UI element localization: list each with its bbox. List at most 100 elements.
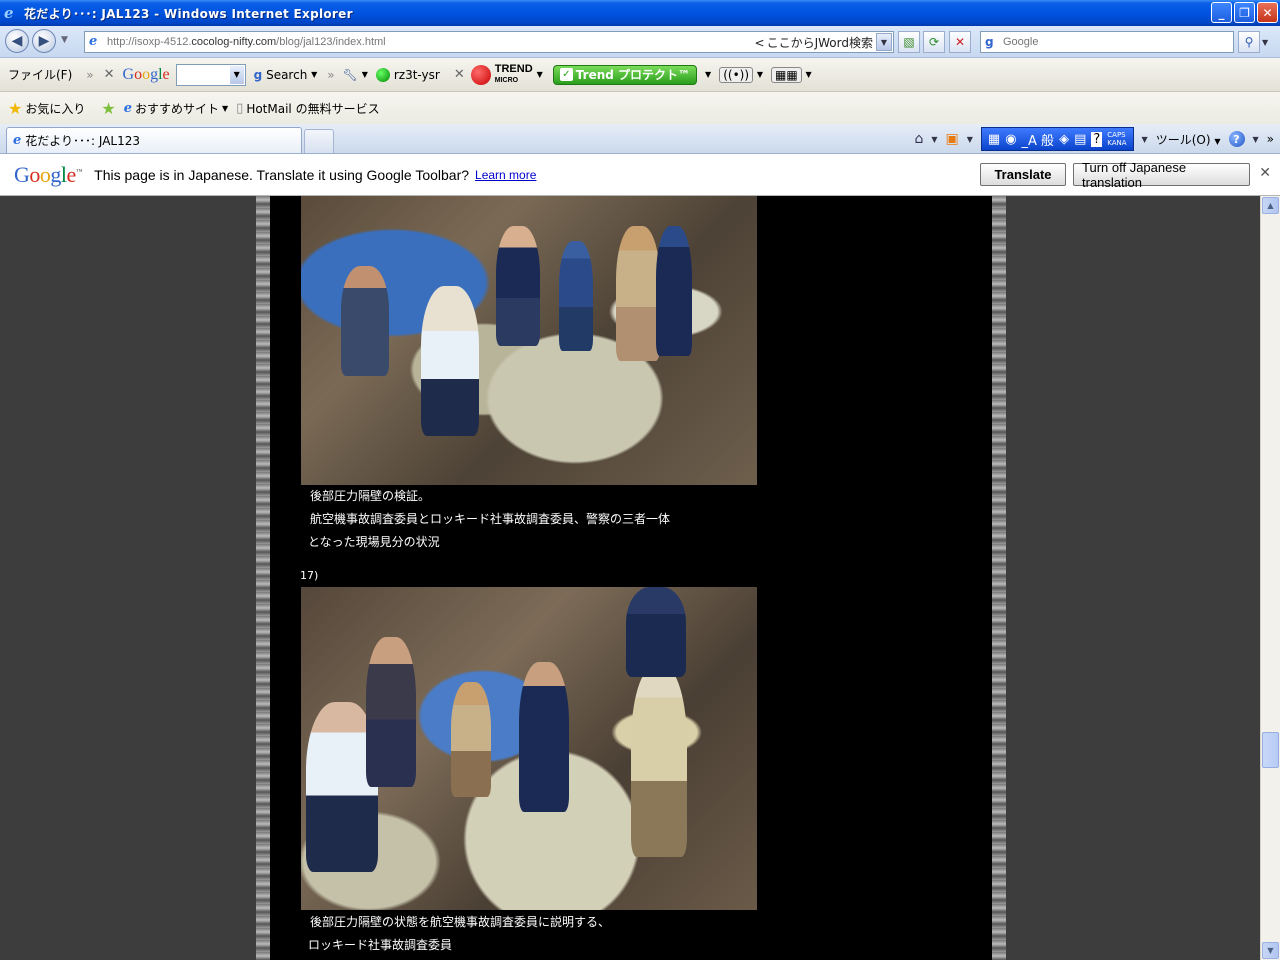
page-content: 後部圧力隔壁の検証。 航空機事故調査委員とロッキード社事故調査委員、警察の三者一… — [0, 196, 1260, 960]
magnifier-icon: ⚲ — [1244, 35, 1254, 49]
tab-label: 花だより･･･: JAL123 — [25, 134, 141, 148]
chevron-down-icon[interactable]: ▼ — [362, 70, 368, 79]
compat-icon: ▧ — [903, 35, 915, 49]
turn-off-translation-button[interactable]: Turn off Japanese translation — [1073, 160, 1250, 190]
page-icon: ▯ — [236, 100, 244, 116]
restore-button[interactable]: ❐ — [1234, 2, 1255, 23]
trend-micro-logo[interactable]: TREND MICRO ▼ — [470, 63, 543, 86]
vertical-scrollbar[interactable]: ▲ ▼ — [1260, 196, 1280, 960]
trend-ball-icon — [470, 64, 491, 85]
toolbar-row: ファイル(F) » ✕ Google ▼ g Search ▼ » 🔧︎ ▼ r… — [0, 58, 1280, 92]
minimize-button[interactable]: _ — [1211, 2, 1232, 23]
antenna-icon: ((•)) — [719, 66, 754, 83]
chevron-down-icon[interactable]: ▼ — [705, 70, 711, 79]
translate-button[interactable]: Translate — [980, 163, 1066, 186]
caption-2-line-1: 後部圧力隔壁の状態を航空機事故調査委員に説明する、 — [310, 915, 611, 929]
google-search-button[interactable]: g Search ▼ — [254, 68, 318, 82]
chevron-down-icon[interactable]: ▼ — [967, 135, 973, 144]
google-search-icon: g — [985, 35, 994, 49]
photo-crash-site-1 — [301, 196, 757, 485]
keyboard-icon: ▦▦ — [771, 66, 802, 83]
command-chevron-icon[interactable]: » — [1267, 132, 1274, 146]
search-go-button[interactable]: ⚲ — [1238, 31, 1260, 53]
translate-message: This page is in Japanese. Translate it u… — [94, 166, 470, 183]
ime-pad-icon[interactable]: ◈ — [1059, 132, 1069, 147]
search-box[interactable]: g — [980, 31, 1234, 53]
star-icon: ★ — [8, 98, 23, 118]
item-number: 17) — [300, 569, 319, 582]
toolbar-chevron-icon[interactable]: » — [327, 68, 334, 82]
forward-button[interactable]: ▶ — [32, 29, 56, 53]
chevron-down-icon[interactable]: ▼ — [757, 70, 763, 79]
address-bar[interactable]: e http://isoxp-4512.cocolog-nifty.com/bl… — [84, 31, 894, 53]
photo-crash-site-2 — [301, 587, 757, 910]
ie-logo-icon: e — [4, 4, 14, 22]
address-dropdown-icon[interactable]: ▼ — [876, 33, 892, 51]
chevron-down-icon[interactable]: ▼ — [229, 65, 244, 84]
add-favorite-button[interactable]: ★ — [101, 99, 115, 118]
back-button[interactable]: ◀ — [5, 29, 29, 53]
file-menu[interactable]: ファイル(F) — [8, 66, 72, 83]
google-toolbar-search-field[interactable]: ▼ — [175, 63, 246, 86]
close-trend-toolbar-icon[interactable]: ✕ — [454, 67, 465, 82]
toolbar-chevron-icon[interactable]: » — [86, 68, 93, 82]
ime-mode[interactable]: _A 般 — [1022, 130, 1055, 149]
search-input[interactable] — [1003, 36, 1223, 48]
close-toolbar-icon[interactable]: ✕ — [104, 67, 115, 82]
favorites-bar: ★ お気に入り ★ e おすすめサイト ▼ ▯ HotMail の無料サービス — [0, 92, 1280, 124]
ime-language-bar[interactable]: ▦ ◉ _A 般 ◈ ▤ ? CAPS KANA — [980, 127, 1134, 151]
google-g-icon: g — [253, 67, 263, 82]
google-translate-bar: Google™ This page is in Japanese. Transl… — [0, 154, 1280, 196]
stop-button[interactable]: ✕ — [949, 31, 971, 53]
caption-1-line-2: 航空機事故調査委員とロッキード社事故調査委員、警察の三者一体 — [310, 512, 671, 526]
navigation-bar: ◀ ▶ ▼ e http://isoxp-4512.cocolog-nifty.… — [0, 26, 1280, 58]
caption-2-line-2: ロッキード社事故調査委員 — [308, 938, 453, 952]
tab-active[interactable]: e 花だより･･･: JAL123 — [6, 127, 302, 153]
keyboard-button[interactable]: ▦▦ ▼ — [771, 66, 812, 83]
refresh-button[interactable]: ⟳ — [923, 31, 945, 53]
decorative-border-left — [256, 196, 270, 960]
home-icon[interactable]: ⌂ — [914, 131, 923, 147]
scroll-up-button[interactable]: ▲ — [1262, 197, 1279, 214]
decorative-border-right — [992, 196, 1006, 960]
address-url[interactable]: http://isoxp-4512.cocolog-nifty.com/blog… — [107, 36, 386, 48]
blog-column: 後部圧力隔壁の検証。 航空機事故調査委員とロッキード社事故調査委員、警察の三者一… — [270, 196, 992, 960]
radio-button[interactable]: ((•)) ▼ — [719, 66, 763, 83]
google-toolbar-logo: Google — [122, 65, 170, 83]
learn-more-link[interactable]: Learn more — [475, 168, 536, 182]
ime-dict-icon[interactable]: ▤ — [1074, 132, 1086, 147]
chevron-down-icon[interactable]: ▼ — [222, 104, 228, 113]
forward-arrow-icon: ▶ — [38, 33, 50, 49]
scroll-down-button[interactable]: ▼ — [1262, 942, 1279, 959]
ime-globe-icon[interactable]: ◉ — [1005, 132, 1016, 147]
chevron-down-icon[interactable]: ▼ — [537, 70, 543, 79]
rss-feed-icon[interactable]: ▣ — [946, 131, 959, 147]
chevron-down-icon[interactable]: ▼ — [931, 135, 937, 144]
chevron-down-icon[interactable]: ▼ — [1142, 135, 1148, 144]
ime-help-icon[interactable]: ? — [1091, 131, 1103, 147]
close-button[interactable]: ✕ — [1257, 2, 1278, 23]
favorites-button[interactable]: ★ お気に入り — [8, 99, 85, 118]
recommended-sites-link[interactable]: e おすすめサイト ▼ — [124, 100, 228, 117]
refresh-icon: ⟳ — [928, 35, 940, 49]
chevron-down-icon[interactable]: ▼ — [806, 70, 812, 79]
search-options-dropdown-icon[interactable]: ▼ — [1262, 38, 1268, 47]
compatibility-view-button[interactable]: ▧ — [898, 31, 920, 53]
tools-menu[interactable]: ツール(O) ▼ — [1156, 131, 1221, 148]
close-icon[interactable]: ✕ — [1259, 165, 1271, 181]
tools-wrench-button[interactable]: 🔧︎ ▼ — [343, 68, 368, 82]
status-dot-icon — [375, 67, 390, 82]
scroll-thumb[interactable] — [1262, 732, 1279, 768]
command-bar: ⌂ ▼ ▣ ▼ ▦ ◉ _A 般 ◈ ▤ ? CAPS KANA ▼ ツール(O) ▼… — [914, 126, 1280, 152]
jword-search-label[interactable]: ここからJWord検索 — [755, 34, 873, 51]
wrench-icon: 🔧︎ — [342, 67, 358, 82]
ime-keyboard-icon[interactable]: ▦ — [988, 132, 1000, 147]
trend-protect-button[interactable]: ✓ Trend プロテクト™ — [552, 64, 698, 85]
help-icon[interactable]: ? — [1228, 131, 1245, 147]
rz-account-button[interactable]: rz3t-ysr — [375, 67, 440, 82]
new-tab-button[interactable] — [304, 129, 334, 153]
history-dropdown-icon[interactable]: ▼ — [61, 35, 68, 45]
chevron-down-icon[interactable]: ▼ — [1253, 135, 1259, 144]
hotmail-link[interactable]: ▯ HotMail の無料サービス — [236, 100, 379, 117]
chevron-down-icon[interactable]: ▼ — [311, 70, 317, 79]
